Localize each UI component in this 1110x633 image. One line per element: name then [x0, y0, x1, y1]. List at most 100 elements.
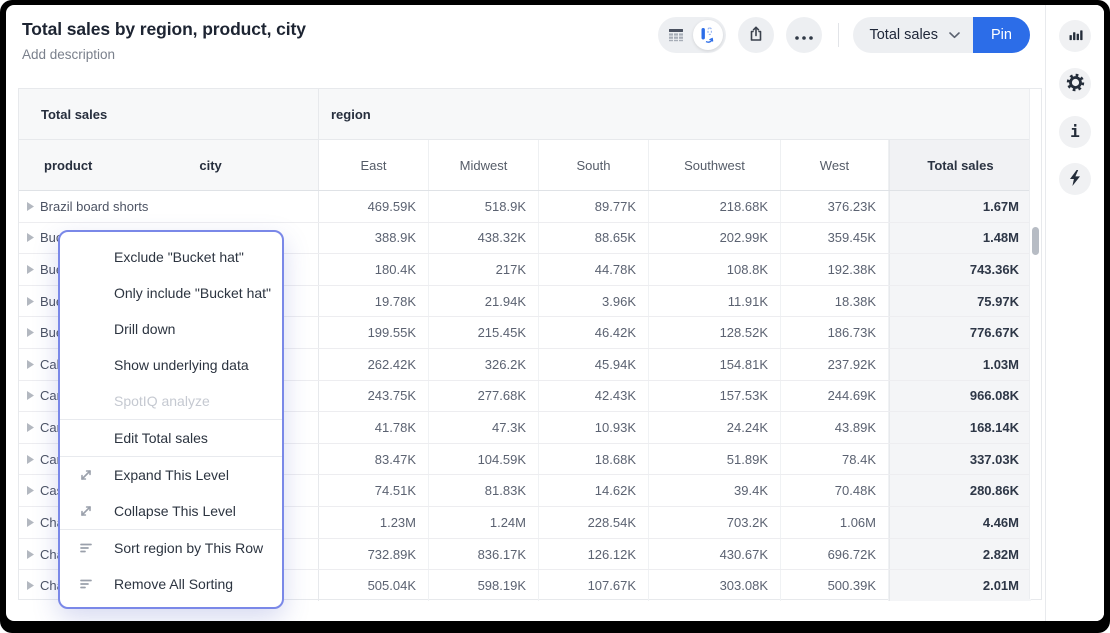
caret-right-icon[interactable]: [27, 297, 34, 306]
column-dimension-header[interactable]: region: [319, 89, 1041, 139]
value-cell[interactable]: 81.83K: [429, 475, 539, 506]
menu-item-exclude-bucket-hat[interactable]: Exclude "Bucket hat": [60, 239, 282, 275]
value-cell[interactable]: 18.38K: [781, 286, 889, 317]
column-header-total-sales[interactable]: Total sales: [889, 140, 1031, 190]
measure-header[interactable]: Total sales: [19, 89, 319, 139]
vertical-scrollbar[interactable]: [1029, 89, 1041, 599]
caret-right-icon[interactable]: [27, 550, 34, 559]
value-cell[interactable]: 696.72K: [781, 539, 889, 570]
value-cell[interactable]: 218.68K: [649, 191, 781, 222]
info-panel-button[interactable]: i: [1059, 116, 1091, 148]
caret-right-icon[interactable]: [27, 391, 34, 400]
value-cell[interactable]: 430.67K: [649, 539, 781, 570]
row-dimension-product[interactable]: product: [44, 158, 92, 173]
value-cell[interactable]: 438.32K: [429, 223, 539, 254]
value-cell[interactable]: 598.19K: [429, 570, 539, 601]
value-cell[interactable]: 126.12K: [539, 539, 649, 570]
spotiq-panel-button[interactable]: [1059, 163, 1091, 195]
value-cell[interactable]: 18.68K: [539, 444, 649, 475]
value-cell[interactable]: 2.82M: [889, 539, 1031, 570]
value-cell[interactable]: 732.89K: [319, 539, 429, 570]
value-cell[interactable]: 500.39K: [781, 570, 889, 601]
value-cell[interactable]: 518.9K: [429, 191, 539, 222]
value-cell[interactable]: 186.73K: [781, 317, 889, 348]
column-header-west[interactable]: West: [781, 140, 889, 190]
value-cell[interactable]: 74.51K: [319, 475, 429, 506]
value-cell[interactable]: 228.54K: [539, 507, 649, 538]
value-cell[interactable]: 215.45K: [429, 317, 539, 348]
value-cell[interactable]: 469.59K: [319, 191, 429, 222]
value-cell[interactable]: 1.67M: [889, 191, 1031, 222]
column-header-south[interactable]: South: [539, 140, 649, 190]
value-cell[interactable]: 966.08K: [889, 381, 1031, 412]
menu-item-sort-region-by-this-row[interactable]: Sort region by This Row: [60, 530, 282, 566]
value-cell[interactable]: 199.55K: [319, 317, 429, 348]
value-cell[interactable]: 44.78K: [539, 254, 649, 285]
value-cell[interactable]: 376.23K: [781, 191, 889, 222]
change-visualization-icon[interactable]: [693, 20, 723, 50]
table-view-icon[interactable]: [658, 28, 693, 42]
value-cell[interactable]: 237.92K: [781, 349, 889, 380]
value-cell[interactable]: 703.2K: [649, 507, 781, 538]
value-cell[interactable]: 157.53K: [649, 381, 781, 412]
measure-dropdown[interactable]: Total sales: [853, 17, 973, 53]
value-cell[interactable]: 326.2K: [429, 349, 539, 380]
value-cell[interactable]: 154.81K: [649, 349, 781, 380]
value-cell[interactable]: 836.17K: [429, 539, 539, 570]
value-cell[interactable]: 2.01M: [889, 570, 1031, 601]
value-cell[interactable]: 14.62K: [539, 475, 649, 506]
pin-button[interactable]: Pin: [973, 17, 1030, 53]
value-cell[interactable]: 217K: [429, 254, 539, 285]
caret-right-icon[interactable]: [27, 328, 34, 337]
caret-right-icon[interactable]: [27, 581, 34, 590]
chart-panel-button[interactable]: [1059, 20, 1091, 52]
more-options-button[interactable]: [786, 17, 822, 53]
value-cell[interactable]: 42.43K: [539, 381, 649, 412]
menu-item-expand-this-level[interactable]: Expand This Level: [60, 457, 282, 493]
value-cell[interactable]: 21.94K: [429, 286, 539, 317]
value-cell[interactable]: 192.38K: [781, 254, 889, 285]
value-cell[interactable]: 70.48K: [781, 475, 889, 506]
value-cell[interactable]: 262.42K: [319, 349, 429, 380]
value-cell[interactable]: 104.59K: [429, 444, 539, 475]
value-cell[interactable]: 1.06M: [781, 507, 889, 538]
value-cell[interactable]: 89.77K: [539, 191, 649, 222]
add-description[interactable]: Add description: [22, 47, 306, 62]
menu-item-show-underlying-data[interactable]: Show underlying data: [60, 347, 282, 383]
settings-panel-button[interactable]: [1059, 68, 1091, 100]
value-cell[interactable]: 1.03M: [889, 349, 1031, 380]
value-cell[interactable]: 88.65K: [539, 223, 649, 254]
value-cell[interactable]: 43.89K: [781, 412, 889, 443]
value-cell[interactable]: 108.8K: [649, 254, 781, 285]
value-cell[interactable]: 10.93K: [539, 412, 649, 443]
value-cell[interactable]: 743.36K: [889, 254, 1031, 285]
value-cell[interactable]: 280.86K: [889, 475, 1031, 506]
scrollbar-thumb[interactable]: [1032, 227, 1039, 255]
value-cell[interactable]: 24.24K: [649, 412, 781, 443]
value-cell[interactable]: 303.08K: [649, 570, 781, 601]
caret-right-icon[interactable]: [27, 202, 34, 211]
value-cell[interactable]: 75.97K: [889, 286, 1031, 317]
value-cell[interactable]: 1.24M: [429, 507, 539, 538]
value-cell[interactable]: 776.67K: [889, 317, 1031, 348]
column-header-midwest[interactable]: Midwest: [429, 140, 539, 190]
value-cell[interactable]: 1.48M: [889, 223, 1031, 254]
value-cell[interactable]: 244.69K: [781, 381, 889, 412]
value-cell[interactable]: 243.75K: [319, 381, 429, 412]
value-cell[interactable]: 19.78K: [319, 286, 429, 317]
value-cell[interactable]: 1.23M: [319, 507, 429, 538]
menu-item-edit-total-sales[interactable]: Edit Total sales: [60, 420, 282, 456]
caret-right-icon[interactable]: [27, 265, 34, 274]
value-cell[interactable]: 78.4K: [781, 444, 889, 475]
value-cell[interactable]: 45.94K: [539, 349, 649, 380]
caret-right-icon[interactable]: [27, 233, 34, 242]
caret-right-icon[interactable]: [27, 423, 34, 432]
menu-item-drill-down[interactable]: Drill down: [60, 311, 282, 347]
value-cell[interactable]: 83.47K: [319, 444, 429, 475]
value-cell[interactable]: 3.96K: [539, 286, 649, 317]
value-cell[interactable]: 107.67K: [539, 570, 649, 601]
value-cell[interactable]: 51.89K: [649, 444, 781, 475]
value-cell[interactable]: 41.78K: [319, 412, 429, 443]
column-header-southwest[interactable]: Southwest: [649, 140, 781, 190]
value-cell[interactable]: 47.3K: [429, 412, 539, 443]
